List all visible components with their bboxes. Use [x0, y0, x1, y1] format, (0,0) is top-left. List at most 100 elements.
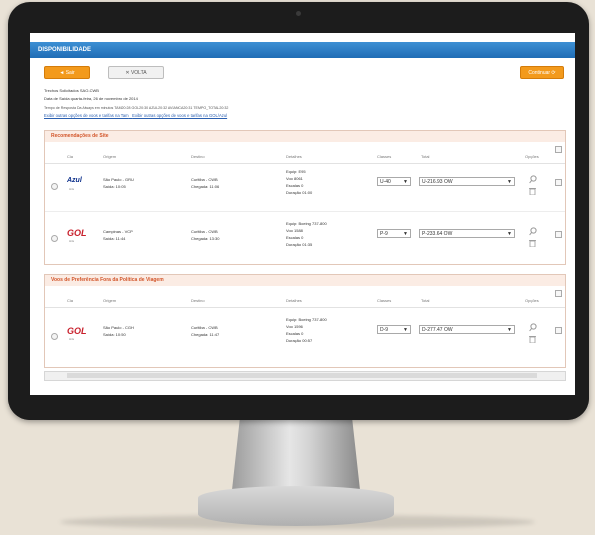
row-divider [45, 211, 565, 212]
section-title: Voos de Preferência Fora da Política de … [45, 275, 565, 286]
trash-icon[interactable] [529, 239, 536, 247]
fare-value: D-277.47 OW [422, 327, 453, 333]
magnifier-icon[interactable] [529, 175, 537, 184]
link-tam[interactable]: Exibir outras opções de voos e tarifas n… [44, 113, 129, 118]
gol-logo: GOL [67, 326, 87, 336]
col-opcoes: Opções [525, 154, 539, 159]
link-gol-azul[interactable]: Exibir outras opções de voos e tarifas n… [132, 113, 227, 118]
fare-select[interactable]: P-233.64 OW ▼ [419, 229, 515, 238]
col-cia: Cia [67, 154, 74, 159]
fare-value: U-216.93 OW [422, 179, 453, 185]
flight-radio[interactable] [51, 183, 58, 190]
col-classes: Classes [377, 298, 392, 303]
stops: Escalas 0 [286, 331, 304, 336]
class-select[interactable]: U-40 ▼ [377, 177, 411, 186]
duration: Duração 00:57 [286, 338, 313, 343]
chevron-down-icon: ▼ [403, 327, 408, 333]
col-total: Total [421, 298, 430, 303]
destination: Curitiba - CWB [191, 177, 218, 182]
col-detalhes: Detalhes [286, 154, 302, 159]
out-of-policy-section: Voos de Preferência Fora da Política de … [44, 274, 566, 368]
response-time: Tempo de Resposta Da Always em minutos T… [44, 106, 229, 110]
flight-checkbox[interactable] [555, 231, 562, 238]
col-opcoes: Opções [525, 298, 539, 303]
flight-number: Voo 1596 [286, 324, 303, 329]
origin: Campinas - VCP [103, 229, 133, 234]
departure-time: Saída: 10:05 [103, 184, 126, 189]
arrival-time: Chegada: 11:06 [191, 184, 220, 189]
magnifier-icon[interactable] [529, 227, 537, 236]
trip-segments: Trechos Solicitados SAO-CWB [44, 88, 99, 93]
airline-sub: Hits [69, 187, 75, 191]
screen: DISPONIBILIDADE ◄ Sair ✕ VOLTA Continuar… [30, 33, 575, 395]
scrollbar-thumb[interactable] [67, 373, 537, 378]
refresh-button[interactable]: Continuar ⟳ [520, 66, 564, 79]
col-detalhes: Detalhes [286, 298, 302, 303]
col-destino: Destino [191, 154, 205, 159]
more-options-links: Exibir outras opções de voos e tarifas n… [44, 113, 227, 118]
fare-value: P-233.64 OW [422, 231, 453, 237]
duration: Duração 01:35 [286, 242, 313, 247]
stops: Escalas 0 [286, 183, 304, 188]
volta-button[interactable]: ✕ VOLTA [108, 66, 164, 79]
col-classes: Classes [377, 154, 392, 159]
class-value: P-9 [380, 231, 388, 237]
equipment: Equip: Boeing 737-800 [286, 317, 327, 322]
departure-time: Saída: 11:44 [103, 236, 126, 241]
horizontal-scrollbar[interactable] [44, 371, 566, 381]
gol-logo: GOL [67, 228, 87, 238]
destination: Curitiba - CWB [191, 325, 218, 330]
airline-sub: Hits [69, 337, 75, 341]
monitor-chin [8, 397, 589, 420]
flight-radio[interactable] [51, 235, 58, 242]
back-button[interactable]: ◄ Sair [44, 66, 90, 79]
class-value: D-9 [380, 327, 389, 333]
trash-icon[interactable] [529, 335, 536, 343]
departure-time: Saída: 10:50 [103, 332, 126, 337]
chevron-down-icon: ▼ [403, 179, 408, 185]
chevron-down-icon: ▼ [403, 231, 408, 237]
col-origem: Origem [103, 298, 117, 303]
header-divider [45, 163, 565, 164]
header-divider [45, 307, 565, 308]
flight-checkbox[interactable] [555, 327, 562, 334]
select-all-checkbox[interactable] [555, 290, 562, 297]
airline-sub: Hits [69, 239, 75, 243]
col-cia: Cia [67, 298, 74, 303]
flight-number: Voo 8061 [286, 176, 303, 181]
col-total: Total [421, 154, 430, 159]
arrival-time: Chegada: 11:47 [191, 332, 220, 337]
col-destino: Destino [191, 298, 205, 303]
flight-checkbox[interactable] [555, 179, 562, 186]
page-title: DISPONIBILIDADE [38, 47, 92, 53]
magnifier-icon[interactable] [529, 323, 537, 332]
origin: São Paulo - CGH [103, 325, 134, 330]
class-select[interactable]: P-9 ▼ [377, 229, 411, 238]
trash-icon[interactable] [529, 187, 536, 195]
flight-number: Voo 1588 [286, 228, 303, 233]
section-title: Recomendações de Site [45, 131, 565, 142]
stops: Escalas 0 [286, 235, 304, 240]
monitor-stand-neck [232, 420, 360, 490]
chevron-down-icon: ▼ [507, 231, 512, 237]
monitor-stand-base [198, 486, 394, 526]
origin: São Paulo - GRU [103, 177, 134, 182]
page-title-bar: DISPONIBILIDADE [30, 42, 575, 58]
chevron-down-icon: ▼ [507, 327, 512, 333]
class-select[interactable]: D-9 ▼ [377, 325, 411, 334]
webcam [296, 11, 301, 16]
equipment: Equip: E95 [286, 169, 306, 174]
fare-select[interactable]: D-277.47 OW ▼ [419, 325, 515, 334]
destination: Curitiba - CWB [191, 229, 218, 234]
class-value: U-40 [380, 179, 391, 185]
fare-select[interactable]: U-216.93 OW ▼ [419, 177, 515, 186]
chevron-down-icon: ▼ [507, 179, 512, 185]
flight-radio[interactable] [51, 333, 58, 340]
equipment: Equip: Boeing 737-800 [286, 221, 327, 226]
azul-logo: Azul [67, 177, 82, 184]
departure-date: Data de Saída quarta-feira, 26 de novemb… [44, 96, 138, 101]
col-origem: Origem [103, 154, 117, 159]
select-all-checkbox[interactable] [555, 146, 562, 153]
duration: Duração 01:00 [286, 190, 313, 195]
recommended-section: Recomendações de Site Cia Origem Destino… [44, 130, 566, 265]
